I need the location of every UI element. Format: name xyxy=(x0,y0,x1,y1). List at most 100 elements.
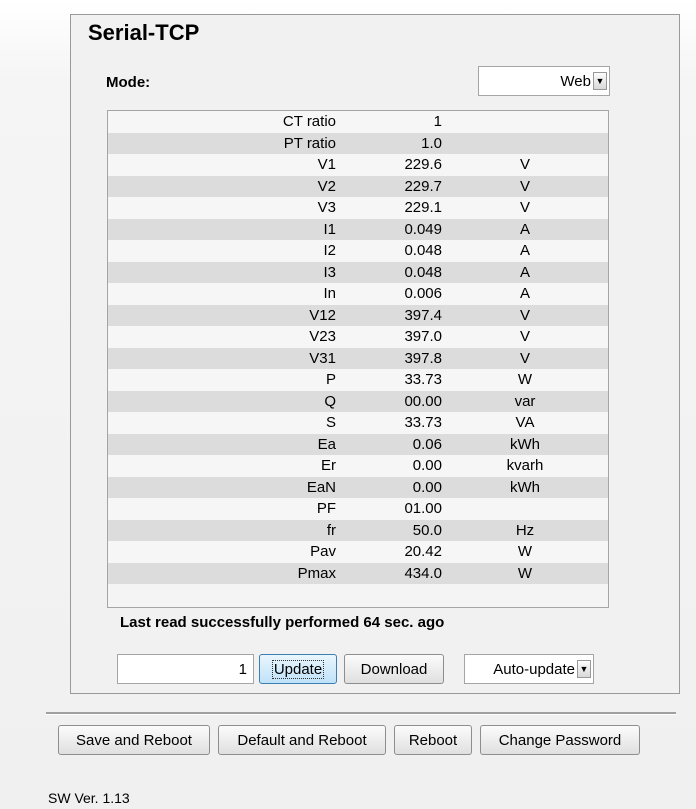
reading-label: Ea xyxy=(108,433,336,455)
save-and-reboot-label: Save and Reboot xyxy=(76,731,192,749)
reading-value: 229.6 xyxy=(336,154,442,176)
reading-unit: var xyxy=(442,390,608,412)
reading-unit xyxy=(442,132,608,154)
status-message: Last read successfully performed 64 sec.… xyxy=(120,614,445,631)
reading-unit: A xyxy=(442,218,608,240)
reading-value: 397.8 xyxy=(336,347,442,369)
reading-unit: W xyxy=(442,369,608,391)
reading-label: Pmax xyxy=(108,562,336,584)
table-row: V3 229.1 V xyxy=(108,197,608,219)
update-button[interactable]: Update xyxy=(259,654,337,684)
reading-label: Er xyxy=(108,455,336,477)
reading-value: 0.00 xyxy=(336,455,442,477)
reboot-button[interactable]: Reboot xyxy=(394,725,472,755)
reading-label: In xyxy=(108,283,336,305)
table-row: EaN 0.00 kWh xyxy=(108,476,608,498)
reading-unit: Hz xyxy=(442,519,608,541)
reading-value: 33.73 xyxy=(336,369,442,391)
reading-label: Pav xyxy=(108,541,336,563)
software-version: SW Ver. 1.13 xyxy=(48,790,130,806)
reading-label: Q xyxy=(108,390,336,412)
reading-unit: kWh xyxy=(442,476,608,498)
auto-update-select[interactable]: Auto-update ▼ xyxy=(464,654,594,684)
download-button[interactable]: Download xyxy=(344,654,444,684)
reading-value: 397.0 xyxy=(336,326,442,348)
reading-label: PT ratio xyxy=(108,132,336,154)
update-button-label: Update xyxy=(271,659,325,679)
reading-value: 229.7 xyxy=(336,175,442,197)
reading-label: PF xyxy=(108,498,336,520)
reading-label: I1 xyxy=(108,218,336,240)
mode-label: Mode: xyxy=(106,74,151,91)
reading-unit: V xyxy=(442,175,608,197)
table-row: PF 01.00 xyxy=(108,498,608,520)
page-title: Serial-TCP xyxy=(88,20,200,45)
table-row: V31 397.8 V xyxy=(108,347,608,369)
table-row: Ea 0.06 kWh xyxy=(108,433,608,455)
reading-unit: V xyxy=(442,154,608,176)
reading-unit: kWh xyxy=(442,433,608,455)
table-row: V12 397.4 V xyxy=(108,304,608,326)
default-and-reboot-label: Default and Reboot xyxy=(237,731,367,749)
reboot-label: Reboot xyxy=(408,731,458,749)
reading-unit: kvarh xyxy=(442,455,608,477)
reading-unit: V xyxy=(442,326,608,348)
reading-value: 00.00 xyxy=(336,390,442,412)
readings-table: CT ratio 1 PT ratio 1.0 V1 229.6 V V2 229.7 V V3 22… xyxy=(108,111,608,584)
table-row: V1 229.6 V xyxy=(108,154,608,176)
reading-value: 0.06 xyxy=(336,433,442,455)
auto-update-value: Auto-update xyxy=(493,660,575,678)
reading-value: 0.048 xyxy=(336,240,442,262)
change-password-label: Change Password xyxy=(498,731,622,749)
reading-label: V1 xyxy=(108,154,336,176)
update-count-input[interactable]: 1 xyxy=(117,654,254,684)
table-row: I2 0.048 A xyxy=(108,240,608,262)
table-row: Pav 20.42 W xyxy=(108,541,608,563)
reading-unit xyxy=(442,498,608,520)
table-row: V2 229.7 V xyxy=(108,175,608,197)
reading-unit: V xyxy=(442,304,608,326)
reading-unit: W xyxy=(442,562,608,584)
table-row: Pmax 434.0 W xyxy=(108,562,608,584)
reading-value: 01.00 xyxy=(336,498,442,520)
reading-value: 434.0 xyxy=(336,562,442,584)
reading-value: 1.0 xyxy=(336,132,442,154)
change-password-button[interactable]: Change Password xyxy=(480,725,640,755)
table-row: PT ratio 1.0 xyxy=(108,132,608,154)
reading-label: V12 xyxy=(108,304,336,326)
table-row: I3 0.048 A xyxy=(108,261,608,283)
reading-value: 0.006 xyxy=(336,283,442,305)
table-row: P 33.73 W xyxy=(108,369,608,391)
mode-select[interactable]: Web ▼ xyxy=(478,66,610,96)
chevron-down-icon[interactable]: ▼ xyxy=(577,660,591,678)
readings-table-frame: CT ratio 1 PT ratio 1.0 V1 229.6 V V2 229.7 V V3 22… xyxy=(107,110,609,608)
chevron-down-icon[interactable]: ▼ xyxy=(593,72,607,90)
table-row: I1 0.049 A xyxy=(108,218,608,240)
reading-unit: V xyxy=(442,347,608,369)
save-and-reboot-button[interactable]: Save and Reboot xyxy=(58,725,210,755)
reading-label: S xyxy=(108,412,336,434)
download-button-label: Download xyxy=(360,660,428,678)
reading-label: CT ratio xyxy=(108,111,336,133)
reading-value: 1 xyxy=(336,111,442,133)
reading-unit: A xyxy=(442,283,608,305)
reading-label: P xyxy=(108,369,336,391)
reading-value: 397.4 xyxy=(336,304,442,326)
reading-value: 0.00 xyxy=(336,476,442,498)
reading-value: 0.049 xyxy=(336,218,442,240)
table-row: S 33.73 VA xyxy=(108,412,608,434)
reading-unit: V xyxy=(442,197,608,219)
reading-unit: VA xyxy=(442,412,608,434)
reading-label: V2 xyxy=(108,175,336,197)
table-row: V23 397.0 V xyxy=(108,326,608,348)
reading-label: EaN xyxy=(108,476,336,498)
table-row: In 0.006 A xyxy=(108,283,608,305)
reading-label: I2 xyxy=(108,240,336,262)
reading-value: 20.42 xyxy=(336,541,442,563)
default-and-reboot-button[interactable]: Default and Reboot xyxy=(218,725,386,755)
mode-select-value: Web xyxy=(560,72,591,90)
reading-unit: A xyxy=(442,261,608,283)
reading-value: 0.048 xyxy=(336,261,442,283)
reading-label: V23 xyxy=(108,326,336,348)
reading-value: 50.0 xyxy=(336,519,442,541)
